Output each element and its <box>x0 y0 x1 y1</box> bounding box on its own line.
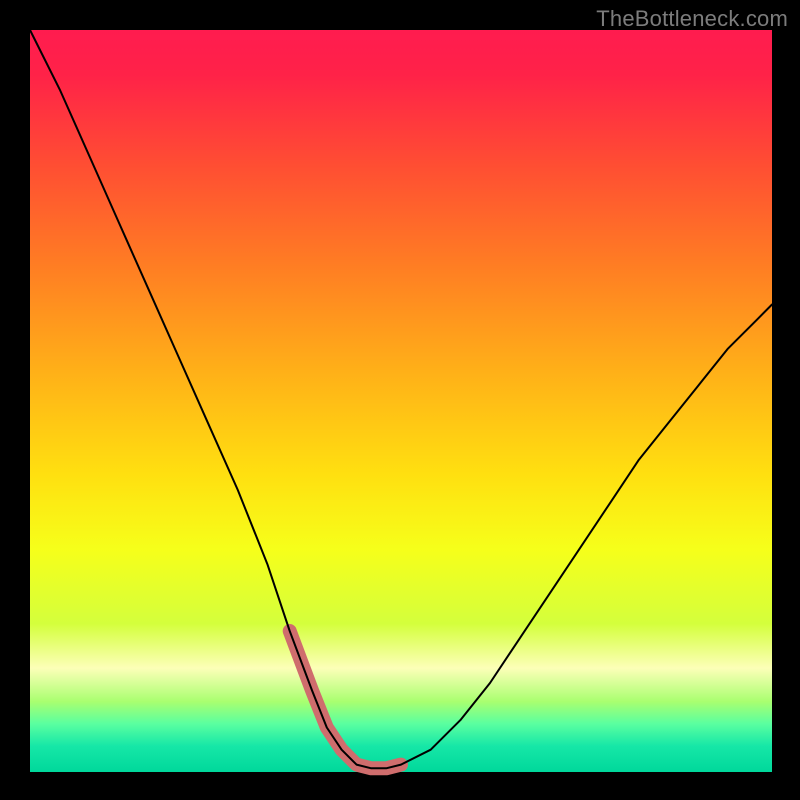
plot-background <box>30 30 772 772</box>
watermark-text: TheBottleneck.com <box>596 6 788 32</box>
bottleneck-chart <box>0 0 800 800</box>
chart-stage: TheBottleneck.com <box>0 0 800 800</box>
